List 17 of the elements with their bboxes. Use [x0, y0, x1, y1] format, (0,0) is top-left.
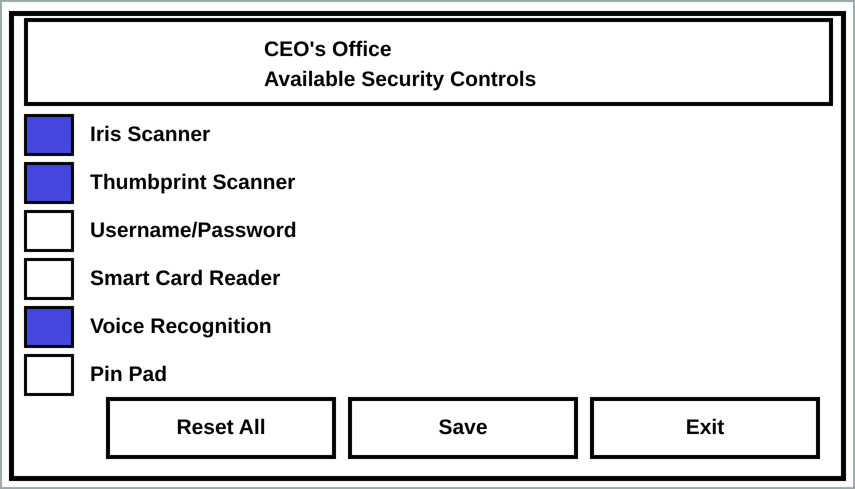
- control-label: Thumbprint Scanner: [90, 171, 296, 195]
- checkbox[interactable]: [24, 162, 74, 204]
- action-button[interactable]: Exit: [590, 397, 820, 459]
- control-label: Voice Recognition: [90, 315, 272, 339]
- checkbox[interactable]: [24, 306, 74, 348]
- control-label: Pin Pad: [90, 363, 168, 387]
- checkbox[interactable]: [24, 258, 74, 300]
- header-title: Available Security Controls: [264, 68, 538, 92]
- checkbox[interactable]: [24, 114, 74, 156]
- header-title: CEO's Office: [264, 38, 393, 62]
- action-button[interactable]: Save: [348, 397, 578, 459]
- control-label: Iris Scanner: [90, 123, 210, 147]
- checkbox[interactable]: [24, 210, 74, 252]
- control-label: Username/Password: [90, 219, 297, 243]
- checkbox[interactable]: [24, 354, 74, 396]
- control-label: Smart Card Reader: [90, 267, 280, 291]
- action-button[interactable]: Reset All: [106, 397, 336, 459]
